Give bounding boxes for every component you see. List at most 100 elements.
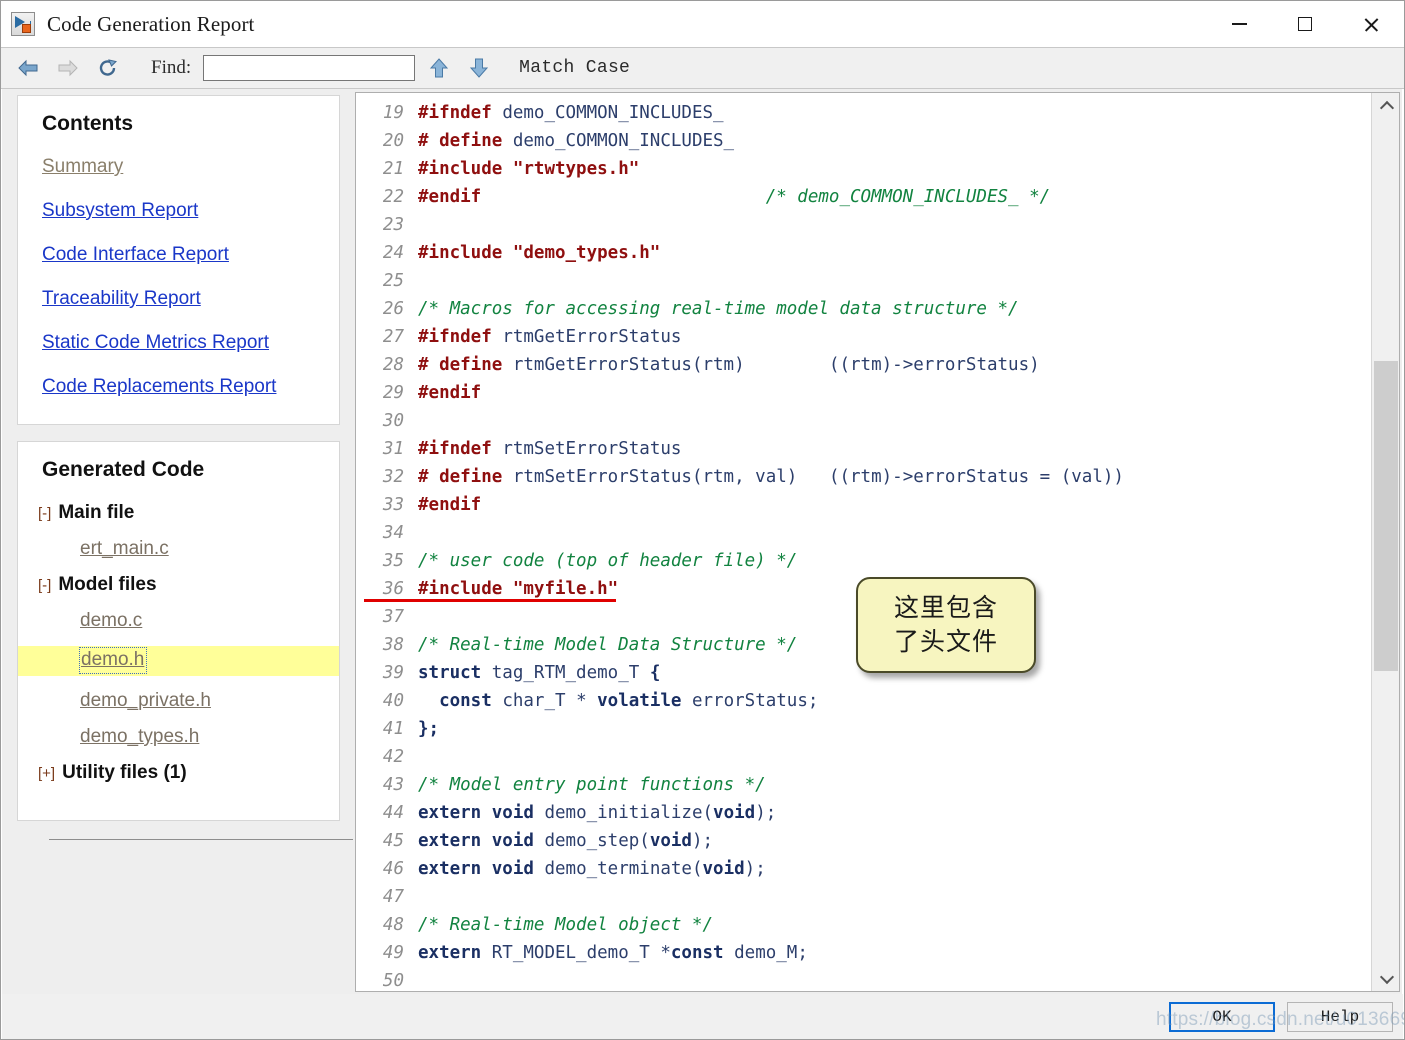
annotation-callout: 这里包含 了头文件 bbox=[856, 577, 1036, 673]
code-token-id: ); bbox=[691, 831, 714, 851]
window-controls bbox=[1206, 1, 1404, 47]
minimize-button[interactable] bbox=[1206, 1, 1272, 47]
report-body: Contents Summary Subsystem Report Code I… bbox=[1, 89, 1404, 1039]
code-token-pp: "myfile.h" bbox=[512, 579, 619, 599]
code-line: 33 #endif bbox=[356, 491, 1371, 519]
code-line: 21 #include "rtwtypes.h" bbox=[356, 155, 1371, 183]
line-number: 47 bbox=[382, 887, 404, 907]
code-token-cmt: /* Real-time Model Data Structure */ bbox=[418, 635, 798, 655]
code-generation-report-window: Code Generation Report Find: Match Case … bbox=[0, 0, 1405, 1040]
file-link-demo-private-h[interactable]: demo_private.h bbox=[80, 690, 211, 712]
find-next-button[interactable] bbox=[463, 53, 495, 83]
code-token-id: demo_COMMON_INCLUDES_ bbox=[502, 103, 724, 123]
code-line: 49 extern RT_MODEL_demo_T *const demo_M; bbox=[356, 939, 1371, 967]
code-token-pp: #include bbox=[418, 579, 503, 599]
code-token-pp: # define bbox=[418, 355, 503, 375]
code-line: 43 /* Model entry point functions */ bbox=[356, 771, 1371, 799]
line-number: 23 bbox=[382, 215, 404, 235]
expand-toggle-icon[interactable]: [+] bbox=[38, 765, 55, 782]
code-line: 25 bbox=[356, 267, 1371, 295]
help-button[interactable]: Help bbox=[1287, 1001, 1393, 1032]
code-line: 35 /* user code (top of header file) */ bbox=[356, 547, 1371, 575]
ok-button[interactable]: OK bbox=[1169, 1001, 1275, 1032]
close-icon bbox=[1363, 16, 1380, 33]
line-number: 27 bbox=[382, 327, 404, 347]
vertical-scrollbar[interactable] bbox=[1371, 93, 1399, 991]
code-token-id: demo_step( bbox=[544, 831, 650, 851]
file-link-ert-main-c[interactable]: ert_main.c bbox=[80, 538, 169, 560]
code-token-kw: void bbox=[491, 859, 534, 879]
code-line: 26 /* Macros for accessing real-time mode… bbox=[356, 295, 1371, 323]
navigation-panel: Contents Summary Subsystem Report Code I… bbox=[2, 89, 353, 996]
line-number: 19 bbox=[382, 103, 404, 123]
group-model-files[interactable]: [-] Model files bbox=[38, 574, 321, 596]
toc-link-summary[interactable]: Summary bbox=[42, 156, 123, 178]
find-previous-button[interactable] bbox=[423, 53, 455, 83]
code-token-pp: "demo_types.h" bbox=[512, 243, 661, 263]
scroll-down-button[interactable] bbox=[1372, 965, 1399, 991]
group-utility-files[interactable]: [+] Utility files (1) bbox=[38, 762, 321, 784]
contents-heading: Contents bbox=[42, 112, 133, 135]
file-row-selected[interactable]: demo.h bbox=[18, 646, 339, 676]
code-line: 42 bbox=[356, 743, 1371, 771]
scroll-up-button[interactable] bbox=[1372, 93, 1399, 119]
line-number: 31 bbox=[382, 439, 404, 459]
line-number: 50 bbox=[382, 971, 404, 991]
toc-link-traceability-report[interactable]: Traceability Report bbox=[42, 288, 201, 310]
code-token-id: ((rtm)->errorStatus) bbox=[828, 355, 1040, 375]
toc-link-code-interface-report[interactable]: Code Interface Report bbox=[42, 244, 229, 266]
file-link-demo-h[interactable]: demo.h bbox=[78, 647, 148, 674]
line-number: 42 bbox=[382, 747, 404, 767]
toc-link-code-replacements-report[interactable]: Code Replacements Report bbox=[42, 376, 276, 398]
code-line: 41}; bbox=[356, 715, 1371, 743]
back-button[interactable] bbox=[11, 51, 45, 85]
line-number: 43 bbox=[382, 775, 404, 795]
collapse-toggle-icon[interactable]: [-] bbox=[38, 577, 51, 594]
file-link-demo-c[interactable]: demo.c bbox=[80, 610, 142, 632]
scrollbar-thumb[interactable] bbox=[1374, 361, 1398, 671]
code-token-kw: { bbox=[649, 663, 661, 683]
group-label: Model files bbox=[58, 574, 157, 595]
code-token-id: rtmSetErrorStatus(rtm, val) bbox=[512, 467, 798, 487]
code-line: 19 #ifndef demo_COMMON_INCLUDES_ bbox=[356, 99, 1371, 127]
code-token-pp: "rtwtypes.h" bbox=[512, 159, 640, 179]
close-button[interactable] bbox=[1338, 1, 1404, 47]
forward-button[interactable] bbox=[51, 51, 85, 85]
search-input[interactable] bbox=[203, 55, 416, 81]
code-token-pp: #endif bbox=[418, 495, 482, 515]
group-main-file[interactable]: [-] Main file bbox=[38, 502, 321, 524]
refresh-button[interactable] bbox=[91, 51, 125, 85]
file-link-demo-types-h[interactable]: demo_types.h bbox=[80, 726, 199, 748]
match-case-label[interactable]: Match Case bbox=[519, 58, 630, 78]
maximize-icon bbox=[1298, 17, 1312, 31]
code-view-container: 19 #ifndef demo_COMMON_INCLUDES_ 20 # defin… bbox=[353, 89, 1402, 996]
line-number: 48 bbox=[382, 915, 404, 935]
code-line: 30 bbox=[356, 407, 1371, 435]
code-line: 31 #ifndef rtmSetErrorStatus bbox=[356, 435, 1371, 463]
contents-card: Contents Summary Subsystem Report Code I… bbox=[17, 95, 340, 425]
toc-link-subsystem-report[interactable]: Subsystem Report bbox=[42, 200, 198, 222]
code-token-kw: void bbox=[713, 803, 756, 823]
generated-code-heading: Generated Code bbox=[42, 458, 205, 481]
maximize-button[interactable] bbox=[1272, 1, 1338, 47]
code-scroll-area[interactable]: 19 #ifndef demo_COMMON_INCLUDES_ 20 # defin… bbox=[356, 93, 1371, 991]
line-number: 34 bbox=[382, 523, 404, 543]
generated-code-card: Generated Code [-] Main file ert_main.c … bbox=[17, 441, 340, 821]
code-frame: 19 #ifndef demo_COMMON_INCLUDES_ 20 # defin… bbox=[355, 92, 1400, 992]
collapse-toggle-icon[interactable]: [-] bbox=[38, 505, 51, 522]
forward-arrow-icon bbox=[58, 59, 78, 77]
code-line: 22 #endif /* demo_COMMON_INCLUDES_ */ bbox=[356, 183, 1371, 211]
toc-link-static-code-metrics-report[interactable]: Static Code Metrics Report bbox=[42, 332, 269, 354]
chevron-down-icon bbox=[1381, 973, 1392, 984]
code-line: 32 # define rtmSetErrorStatus(rtm, val) (… bbox=[356, 463, 1371, 491]
